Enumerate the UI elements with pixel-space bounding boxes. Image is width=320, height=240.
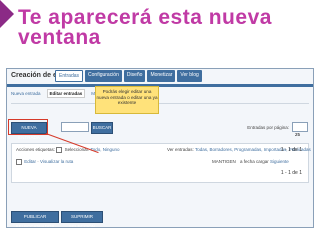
post-date-text: a fecha cargar xyxy=(240,159,269,164)
per-page-label: Entradas por página: xyxy=(247,125,289,130)
top-tabs: Entradas Configuración Diseño Monetizar … xyxy=(55,70,202,82)
table-toolbar: Acciones etiquetas: Seleccionar: Todo, N… xyxy=(16,147,120,153)
tab-monetizar[interactable]: Monetizar xyxy=(147,70,176,82)
subtab-editar-entradas[interactable]: Editar entradas xyxy=(46,89,86,98)
posts-table: Acciones etiquetas: Seleccionar: Todo, N… xyxy=(11,143,311,183)
row-checkbox[interactable] xyxy=(16,159,22,165)
divider xyxy=(11,103,309,104)
count-top: 1 - 1 de 1 xyxy=(280,147,302,153)
delete-selected-button[interactable]: SUPRIMIR SELECCIÓN xyxy=(61,211,103,227)
callout-tooltip: Podrás elegir editar una nueva entrada o… xyxy=(95,86,159,114)
blogger-screenshot: Creación de entradas Entradas Configurac… xyxy=(6,68,314,228)
post-title[interactable]: la ruta xyxy=(61,159,74,164)
view-link[interactable]: Visualizar xyxy=(40,159,59,164)
subtab-nueva-entrada[interactable]: Nueva entrada xyxy=(11,91,41,98)
per-page-select[interactable]: 25 xyxy=(292,122,308,137)
count-row: 1 - 1 de 1 xyxy=(280,170,302,176)
tab-diseno[interactable]: Diseño xyxy=(123,70,146,82)
actions-label[interactable]: Acciones etiquetas: xyxy=(16,147,55,152)
post-status[interactable]: Siguiente xyxy=(270,159,289,164)
tab-configuracion[interactable]: Configuración xyxy=(85,70,122,82)
tab-ver-blog[interactable]: Ver blog xyxy=(177,70,202,82)
post-user: MANTIGEN xyxy=(212,159,236,164)
publish-selected-button[interactable]: PUBLICAR SELECCIONADOS xyxy=(11,211,59,227)
post-date: a fecha cargar Siguiente xyxy=(240,159,289,164)
tab-entradas[interactable]: Entradas xyxy=(55,70,84,82)
per-page-value: 25 xyxy=(295,132,301,137)
decorative-arrow-shape xyxy=(0,0,14,28)
tab-underline-bar xyxy=(7,84,313,87)
table-row: Editar · Visualizar la ruta xyxy=(16,159,73,165)
highlight-box xyxy=(8,119,48,135)
filter-label: Ver entradas: xyxy=(167,147,194,152)
search-button[interactable]: BUSCAR xyxy=(91,122,113,134)
select-all-checkbox[interactable] xyxy=(56,147,63,153)
slide-title: Te aparecerá esta nueva ventana xyxy=(18,6,272,49)
search-input[interactable] xyxy=(61,122,89,132)
edit-link[interactable]: Editar xyxy=(24,159,36,164)
